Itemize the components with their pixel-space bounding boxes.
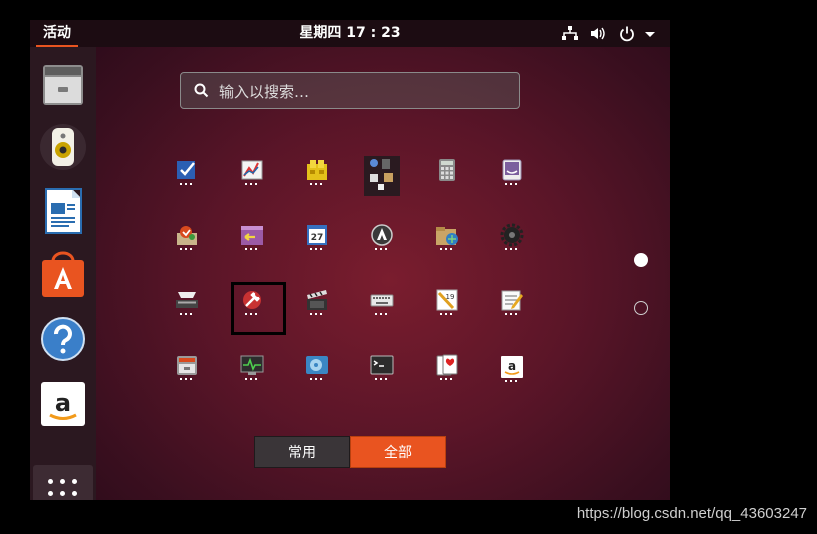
solitaire-cards-icon[interactable] [435, 353, 459, 380]
search-input[interactable] [217, 81, 511, 103]
terminal-icon[interactable] [370, 353, 394, 380]
office-suite-icon[interactable] [305, 158, 329, 185]
all-tab[interactable]: 全部 [350, 436, 446, 468]
desktop-screen: 活动 星期四 17 : 23 a 输入以搜索… 27 19 a 常用 全部 [30, 20, 670, 500]
frequent-tab[interactable]: 常用 [254, 436, 350, 468]
svg-text:a: a [508, 359, 516, 373]
system-monitor-chart-icon[interactable] [240, 158, 264, 185]
network-icon[interactable] [561, 25, 579, 42]
view-switcher: 常用 全部 [254, 436, 446, 468]
rhythmbox-icon[interactable] [39, 123, 87, 171]
backup-icon[interactable] [175, 223, 199, 250]
software-updater-icon[interactable] [370, 223, 394, 250]
libreoffice-writer-icon[interactable] [39, 187, 87, 235]
archive-manager-icon[interactable] [175, 353, 199, 380]
svg-text:19: 19 [446, 293, 455, 301]
svg-text:27: 27 [311, 233, 324, 243]
watermark-text: https://blog.csdn.net/qq_43603247 [576, 505, 807, 522]
dock: a [30, 47, 96, 500]
page-indicator-1[interactable] [634, 253, 648, 267]
show-applications-icon [48, 479, 78, 500]
help-icon[interactable] [39, 315, 87, 363]
show-applications-button[interactable] [33, 465, 93, 500]
calculator-icon[interactable] [435, 158, 459, 182]
search-icon [194, 83, 209, 98]
calendar-icon[interactable]: 27 [305, 223, 329, 250]
disks-icon[interactable] [305, 353, 329, 380]
file-roller-icon[interactable] [435, 223, 459, 250]
amazon-store-icon[interactable]: a [500, 355, 524, 382]
settings-gear-icon[interactable] [500, 223, 524, 250]
dictionary-icon[interactable] [500, 158, 524, 185]
search-box[interactable] [180, 72, 520, 109]
selection-highlight [231, 282, 286, 335]
top-bar: 活动 星期四 17 : 23 [30, 20, 670, 47]
video-editor-icon[interactable] [305, 288, 329, 315]
software-center-icon[interactable] [39, 251, 87, 299]
mixed-tools-icon[interactable] [364, 156, 400, 196]
system-monitor-icon[interactable] [240, 353, 264, 380]
import-export-icon[interactable] [240, 223, 264, 250]
amazon-icon[interactable]: a [39, 380, 87, 428]
page-indicator-2[interactable] [634, 301, 648, 315]
keyboard-icon[interactable] [370, 288, 394, 315]
files-icon[interactable] [39, 61, 87, 109]
todo-check-icon[interactable] [175, 158, 199, 185]
power-icon[interactable] [618, 25, 636, 42]
notes-clock-icon[interactable]: 19 [435, 288, 459, 315]
chevron-down-icon[interactable] [641, 25, 659, 42]
scanner-icon[interactable] [175, 288, 199, 315]
volume-icon[interactable] [589, 25, 607, 42]
text-editor-icon[interactable] [500, 288, 524, 315]
svg-text:a: a [55, 389, 71, 417]
